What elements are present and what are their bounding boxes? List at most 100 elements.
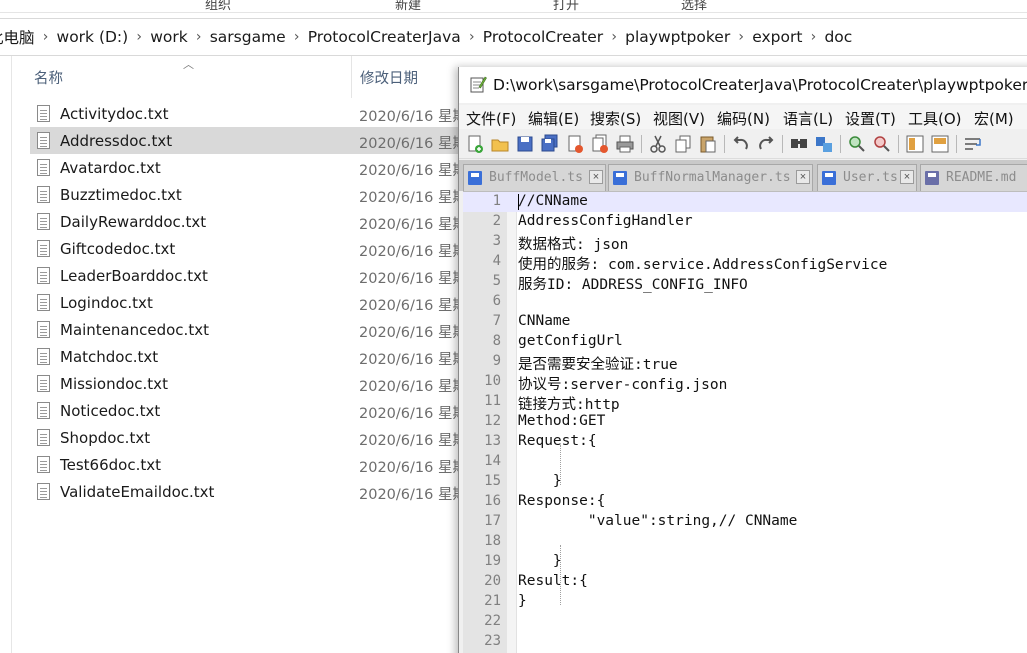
breadcrumb-chevron-icon[interactable]: › — [730, 29, 752, 45]
file-row[interactable]: Maintenancedoc.txt 2020/6/16 星期 — [30, 316, 470, 343]
breadcrumb-chevron-icon[interactable]: › — [603, 29, 625, 45]
breadcrumb-item[interactable]: playwptpoker — [625, 28, 730, 46]
breadcrumb-chevron-icon[interactable]: › — [461, 29, 483, 45]
document-tab[interactable]: README.md× — [920, 164, 1027, 191]
paste-icon[interactable] — [698, 134, 718, 154]
breadcrumb-item[interactable]: sarsgame — [210, 28, 286, 46]
breadcrumb-chevron-icon[interactable]: › — [188, 29, 210, 45]
breadcrumb-item[interactable]: export — [752, 28, 802, 46]
breadcrumb-item[interactable]: ProtocolCreater — [483, 28, 603, 46]
menu-item[interactable]: 搜索(S) — [590, 108, 641, 129]
menu-item[interactable]: 宏(M) — [974, 108, 1014, 129]
file-row[interactable]: Buzztimedoc.txt 2020/6/16 星期 — [30, 181, 470, 208]
code-line[interactable]: 14 — [463, 452, 1027, 472]
column-header-date[interactable]: 修改日期 — [360, 67, 418, 88]
menu-item[interactable]: 文件(F) — [466, 108, 516, 129]
menu-item[interactable]: 视图(V) — [653, 108, 705, 129]
code-line[interactable]: 8 getConfigUrl — [463, 332, 1027, 352]
menu-item[interactable]: 编码(N) — [717, 108, 770, 129]
code-line[interactable]: 2 AddressConfigHandler — [463, 212, 1027, 232]
code-line[interactable]: 6 — [463, 292, 1027, 312]
code-line[interactable]: 12 Method:GET — [463, 412, 1027, 432]
code-line[interactable]: 15 } — [463, 472, 1027, 492]
file-row[interactable]: Addressdoc.txt 2020/6/16 星期 — [30, 127, 470, 154]
undo-icon[interactable] — [731, 134, 751, 154]
document-tab[interactable]: BuffNormalManager.ts × — [608, 164, 813, 191]
breadcrumb-chevron-icon[interactable]: › — [286, 29, 308, 45]
menu-item[interactable]: 编辑(E) — [528, 108, 579, 129]
breadcrumb-item[interactable]: ProtocolCreaterJava — [308, 28, 461, 46]
column-divider[interactable] — [351, 56, 352, 98]
open-file-icon[interactable] — [490, 134, 510, 154]
file-row[interactable]: Missiondoc.txt 2020/6/16 星期 — [30, 370, 470, 397]
sync-vertical-icon[interactable] — [905, 134, 925, 154]
save-all-icon[interactable] — [540, 134, 560, 154]
file-row[interactable]: Giftcodedoc.txt 2020/6/16 星期 — [30, 235, 470, 262]
code-line[interactable]: 16 Response:{ — [463, 492, 1027, 512]
menu-item[interactable]: 工具(O) — [908, 108, 962, 129]
menu-item[interactable]: 语言(L) — [783, 108, 833, 129]
find-icon[interactable] — [789, 134, 809, 154]
file-row[interactable]: Logindoc.txt 2020/6/16 星期 — [30, 289, 470, 316]
file-row[interactable]: Noticedoc.txt 2020/6/16 星期 — [30, 397, 470, 424]
file-row[interactable]: LeaderBoarddoc.txt 2020/6/16 星期 — [30, 262, 470, 289]
sync-horizontal-icon[interactable] — [930, 134, 950, 154]
code-line[interactable]: 4 使用的服务: com.service.AddressConfigService — [463, 252, 1027, 273]
new-file-icon[interactable] — [465, 134, 485, 154]
code-line[interactable]: 9 是否需要安全验证:true — [463, 352, 1027, 373]
file-name: Matchdoc.txt — [60, 348, 159, 366]
file-row[interactable]: Activitydoc.txt 2020/6/16 星期 — [30, 100, 470, 127]
code-line[interactable]: 20 Result:{ — [463, 572, 1027, 592]
breadcrumb-item[interactable]: work (D:) — [57, 28, 129, 46]
text-file-icon — [37, 132, 50, 149]
code-editor[interactable]: 1 //CNName 2 AddressConfigHandler 3 数据格式: jso… — [463, 191, 1027, 653]
file-modified-date: 2020/6/16 星期 — [359, 109, 467, 125]
code-line[interactable]: 17 "value":string,// CNName — [463, 512, 1027, 532]
cut-icon[interactable] — [648, 134, 668, 154]
redo-icon[interactable] — [756, 134, 776, 154]
print-icon[interactable] — [615, 134, 635, 154]
replace-icon[interactable] — [814, 134, 834, 154]
breadcrumb-chevron-icon[interactable]: › — [128, 29, 150, 45]
file-row[interactable]: Shopdoc.txt 2020/6/16 星期 — [30, 424, 470, 451]
code-line[interactable]: 7 CNName — [463, 312, 1027, 332]
code-line[interactable]: 22 — [463, 612, 1027, 632]
code-line[interactable]: 1 //CNName — [463, 192, 1027, 212]
copy-icon[interactable] — [673, 134, 693, 154]
file-row[interactable]: DailyRewarddoc.txt 2020/6/16 星期 — [30, 208, 470, 235]
code-line[interactable]: 18 — [463, 532, 1027, 552]
close-file-icon[interactable] — [565, 134, 585, 154]
code-line[interactable]: 11 链接方式:http — [463, 392, 1027, 413]
text-file-icon — [37, 267, 50, 284]
close-all-icon[interactable] — [590, 134, 610, 154]
tab-close-icon[interactable]: × — [796, 170, 810, 184]
word-wrap-icon[interactable] — [963, 134, 983, 154]
save-icon[interactable] — [515, 134, 535, 154]
document-tab[interactable]: BuffModel.ts × — [463, 164, 606, 191]
file-row[interactable]: Test66doc.txt 2020/6/16 星期 — [30, 451, 470, 478]
title-bar[interactable]: D:\work\sarsgame\ProtocolCreaterJava\Pro… — [459, 67, 1027, 103]
address-bar[interactable]: 此电脑›work (D:)›work›sarsgame›ProtocolCrea… — [0, 18, 1027, 56]
code-line[interactable]: 19 } — [463, 552, 1027, 572]
file-row[interactable]: Matchdoc.txt 2020/6/16 星期 — [30, 343, 470, 370]
code-line[interactable]: 13 Request:{ — [463, 432, 1027, 452]
breadcrumb-item[interactable]: 此电脑 — [0, 26, 35, 48]
file-row[interactable]: Avatardoc.txt 2020/6/16 星期 — [30, 154, 470, 181]
breadcrumb-item[interactable]: work — [150, 28, 188, 46]
document-tab[interactable]: User.ts × — [817, 164, 917, 191]
code-line[interactable]: 23 — [463, 632, 1027, 652]
tab-close-icon[interactable]: × — [900, 170, 914, 184]
breadcrumb-chevron-icon[interactable]: › — [802, 29, 824, 45]
column-header-name[interactable]: 名称 — [34, 67, 63, 88]
menu-item[interactable]: 设置(T) — [845, 108, 896, 129]
code-line[interactable]: 10 协议号:server-config.json — [463, 372, 1027, 393]
code-line[interactable]: 5 服务ID: ADDRESS_CONFIG_INFO — [463, 272, 1027, 293]
file-row[interactable]: ValidateEmaildoc.txt 2020/6/16 星期 — [30, 478, 470, 505]
code-line[interactable]: 21} — [463, 592, 1027, 612]
zoom-out-icon[interactable] — [872, 134, 892, 154]
breadcrumb-item[interactable]: doc — [824, 28, 852, 46]
code-line[interactable]: 3 数据格式: json — [463, 232, 1027, 253]
zoom-in-icon[interactable] — [847, 134, 867, 154]
tab-close-icon[interactable]: × — [589, 170, 603, 184]
breadcrumb-chevron-icon[interactable]: › — [35, 29, 57, 45]
